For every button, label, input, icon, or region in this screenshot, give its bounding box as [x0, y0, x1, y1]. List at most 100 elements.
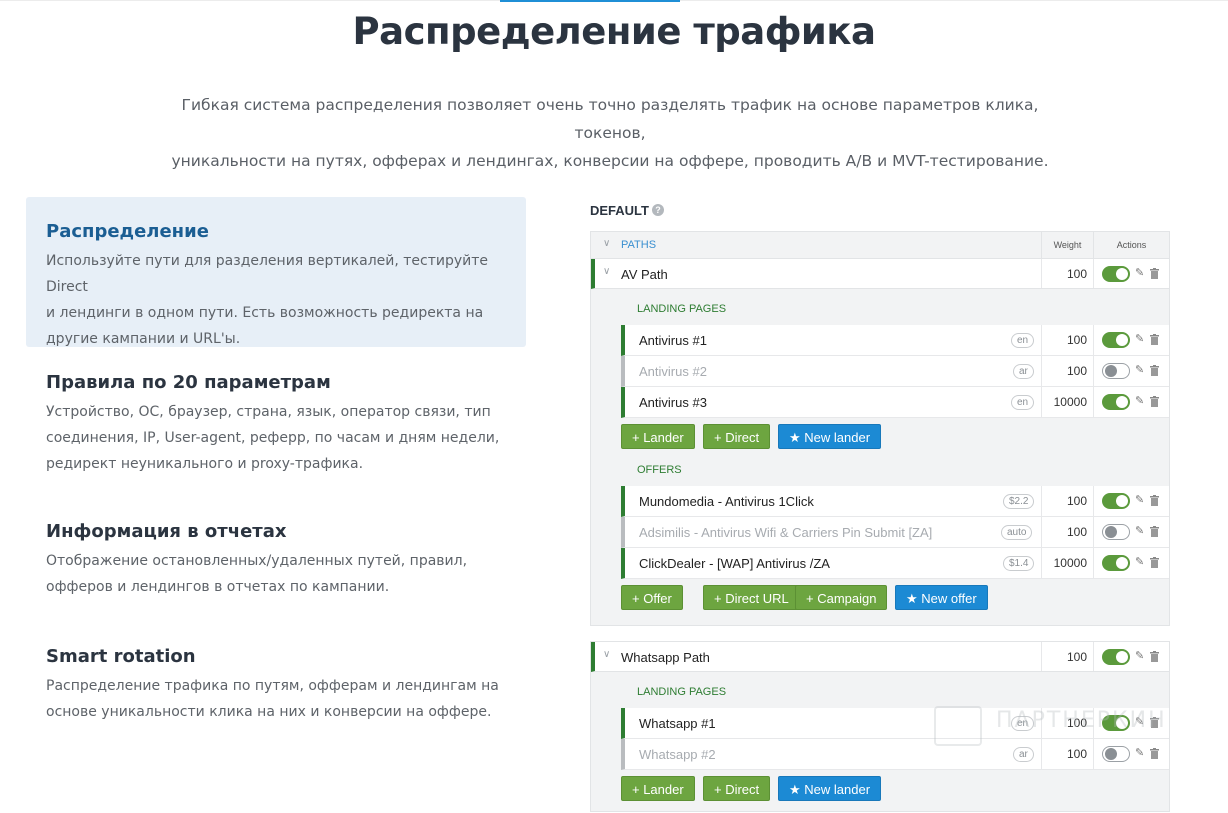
chevron-down-icon[interactable]: ∨: [603, 649, 610, 660]
payout-tag: $1.4: [1003, 556, 1035, 571]
lander-actions: ✎: [1093, 739, 1169, 769]
add-direct-button[interactable]: + Direct: [703, 776, 771, 801]
chevron-down-icon[interactable]: ∨: [603, 238, 610, 249]
lander-actions: ✎: [1093, 325, 1169, 355]
lander-name[interactable]: Whatsapp #2: [639, 747, 716, 762]
lander-row[interactable]: Whatsapp #2 ar 100 ✎: [621, 739, 1169, 770]
paths-header: ∨ PATHS Weight Actions: [591, 232, 1169, 259]
enable-toggle[interactable]: [1102, 363, 1130, 379]
add-direct-url-button[interactable]: + Direct URL: [703, 585, 800, 610]
enable-toggle[interactable]: [1102, 394, 1130, 410]
lander-weight[interactable]: 100: [1041, 739, 1093, 769]
paths-panel: ∨ PATHS Weight Actions ∨ AV Path 100 ✎ L…: [590, 231, 1170, 626]
help-icon[interactable]: ?: [652, 204, 664, 216]
trash-icon[interactable]: [1150, 334, 1159, 345]
trash-icon[interactable]: [1150, 526, 1159, 537]
offer-actions: ✎: [1093, 486, 1169, 516]
top-divider: [0, 0, 1228, 2]
pencil-icon[interactable]: ✎: [1135, 524, 1144, 537]
offer-row[interactable]: Mundomedia - Antivirus 1Click $2.2 100 ✎: [621, 486, 1169, 517]
enable-toggle[interactable]: [1102, 493, 1130, 509]
language-tag: en: [1011, 333, 1035, 348]
offer-weight[interactable]: 10000: [1041, 548, 1093, 578]
feature-text: Используйте пути для разделения вертикал…: [46, 253, 489, 347]
trash-icon[interactable]: [1150, 748, 1159, 759]
lander-name[interactable]: Antivirus #1: [639, 333, 707, 348]
path-weight[interactable]: 100: [1041, 259, 1093, 288]
add-lander-button[interactable]: + Lander: [621, 424, 695, 449]
new-lander-button[interactable]: ★ New lander: [778, 424, 882, 449]
trash-icon[interactable]: [1150, 268, 1159, 279]
pencil-icon[interactable]: ✎: [1135, 266, 1144, 279]
lander-weight[interactable]: 100: [1041, 325, 1093, 355]
trash-icon[interactable]: [1150, 396, 1159, 407]
lander-row[interactable]: Antivirus #3 en 10000 ✎: [621, 387, 1169, 418]
pencil-icon[interactable]: ✎: [1135, 493, 1144, 506]
feature-distribution[interactable]: Распределение Используйте пути для разде…: [26, 197, 526, 347]
path-actions: ✎: [1093, 642, 1169, 671]
pencil-icon[interactable]: ✎: [1135, 332, 1144, 345]
weight-column-header: Weight: [1041, 232, 1093, 258]
offer-row[interactable]: ClickDealer - [WAP] Antivirus /ZA $1.4 1…: [621, 548, 1169, 579]
offer-name[interactable]: Mundomedia - Antivirus 1Click: [639, 494, 814, 509]
feature-title: Правила по 20 параметрам: [46, 372, 331, 393]
offer-weight[interactable]: 100: [1041, 486, 1093, 516]
enable-toggle[interactable]: [1102, 555, 1130, 571]
lander-row[interactable]: Antivirus #1 en 100 ✎: [621, 325, 1169, 356]
language-tag: en: [1011, 395, 1035, 410]
new-offer-button[interactable]: ★ New offer: [895, 585, 988, 610]
pencil-icon[interactable]: ✎: [1135, 649, 1144, 662]
lander-name[interactable]: Antivirus #3: [639, 395, 707, 410]
lander-weight[interactable]: 10000: [1041, 387, 1093, 417]
watermark-text: ПАРТНЕРКИН: [996, 708, 1167, 733]
enable-toggle[interactable]: [1102, 746, 1130, 762]
path-row-av[interactable]: ∨ AV Path 100 ✎: [591, 259, 1169, 289]
feature-title: Информация в отчетах: [46, 521, 287, 542]
landing-pages-title: LANDING PAGES: [637, 303, 727, 315]
enable-toggle[interactable]: [1102, 332, 1130, 348]
offer-weight[interactable]: 100: [1041, 517, 1093, 547]
language-tag: ar: [1013, 747, 1034, 762]
path-actions: ✎: [1093, 259, 1169, 288]
offer-name[interactable]: Adsimilis - Antivirus Wifi & Carriers Pi…: [639, 525, 932, 540]
path-name[interactable]: Whatsapp Path: [621, 650, 710, 665]
payout-tag: $2.2: [1003, 494, 1035, 509]
trash-icon[interactable]: [1150, 557, 1159, 568]
enable-toggle[interactable]: [1102, 524, 1130, 540]
offer-row[interactable]: Adsimilis - Antivirus Wifi & Carriers Pi…: [621, 517, 1169, 548]
lander-name[interactable]: Whatsapp #1: [639, 716, 716, 731]
enable-toggle[interactable]: [1102, 649, 1130, 665]
add-campaign-button[interactable]: + Campaign: [795, 585, 888, 610]
lander-weight[interactable]: 100: [1041, 356, 1093, 386]
feature-text: Распределение трафика по путям, офферам …: [46, 678, 499, 720]
page-title: Распределение трафика: [352, 10, 876, 53]
add-direct-button[interactable]: + Direct: [703, 424, 771, 449]
path-weight[interactable]: 100: [1041, 642, 1093, 671]
add-offer-button[interactable]: + Offer: [621, 585, 683, 610]
trash-icon[interactable]: [1150, 365, 1159, 376]
pencil-icon[interactable]: ✎: [1135, 363, 1144, 376]
actions-column-header: Actions: [1093, 232, 1169, 258]
offer-actions: ✎: [1093, 548, 1169, 578]
language-tag: ar: [1013, 364, 1034, 379]
trash-icon[interactable]: [1150, 495, 1159, 506]
pencil-icon[interactable]: ✎: [1135, 555, 1144, 568]
lander-actions: ✎: [1093, 387, 1169, 417]
lander-row[interactable]: Antivirus #2 ar 100 ✎: [621, 356, 1169, 387]
feature-smart-rotation[interactable]: Smart rotation Распределение трафика по …: [26, 646, 526, 725]
new-lander-button[interactable]: ★ New lander: [778, 776, 882, 801]
feature-reports[interactable]: Информация в отчетах Отображение останов…: [26, 521, 526, 600]
pencil-icon[interactable]: ✎: [1135, 746, 1144, 759]
enable-toggle[interactable]: [1102, 266, 1130, 282]
lander-name[interactable]: Antivirus #2: [639, 364, 707, 379]
path-name[interactable]: AV Path: [621, 267, 668, 282]
pencil-icon[interactable]: ✎: [1135, 394, 1144, 407]
path-row-whatsapp[interactable]: ∨ Whatsapp Path 100 ✎: [591, 642, 1169, 672]
paths-label[interactable]: PATHS: [621, 239, 656, 251]
feature-rules[interactable]: Правила по 20 параметрам Устройство, ОС,…: [26, 372, 526, 477]
add-lander-button[interactable]: + Lander: [621, 776, 695, 801]
offer-name[interactable]: ClickDealer - [WAP] Antivirus /ZA: [639, 556, 830, 571]
trash-icon[interactable]: [1150, 651, 1159, 662]
default-label: DEFAULT: [590, 203, 649, 218]
chevron-down-icon[interactable]: ∨: [603, 266, 610, 277]
